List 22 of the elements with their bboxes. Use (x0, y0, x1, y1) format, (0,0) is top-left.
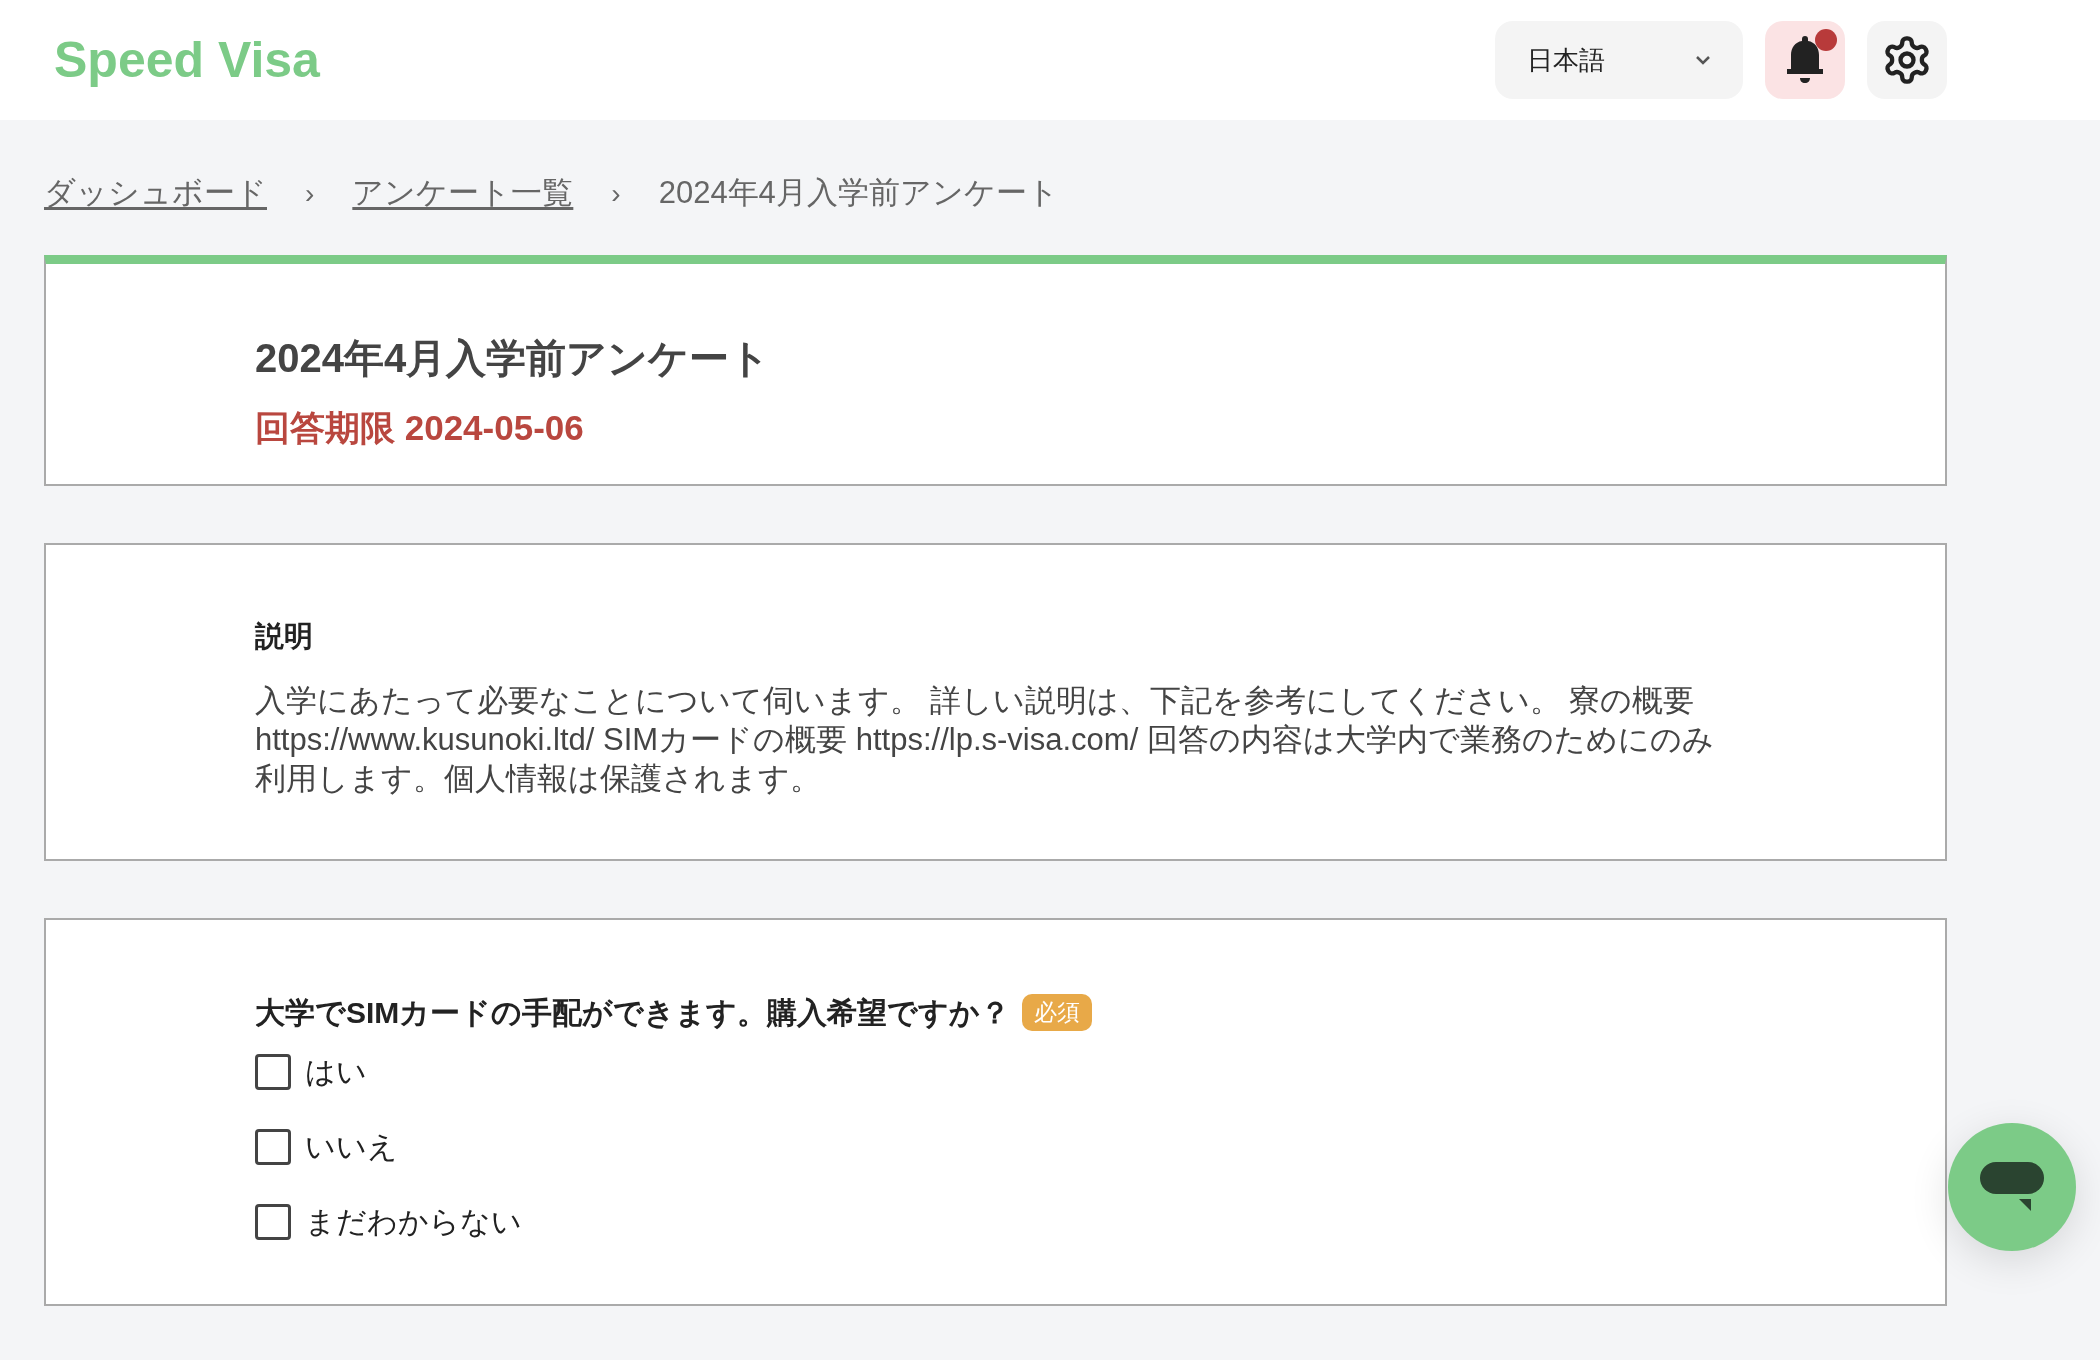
language-select[interactable]: 日本語 (1495, 21, 1743, 99)
breadcrumb-separator: › (611, 176, 621, 211)
option-label: いいえ (305, 1129, 398, 1165)
breadcrumb-link[interactable]: ダッシュボード (44, 170, 267, 217)
option-label: まだわからない (305, 1204, 522, 1240)
chevron-down-icon (1695, 55, 1711, 65)
required-badge: 必須 (1022, 994, 1093, 1031)
deadline: 回答期限 2024-05-06 (255, 407, 585, 449)
breadcrumb-current: 2024年4月入学前アンケート (658, 174, 1059, 213)
breadcrumb-link[interactable]: アンケート一覧 (352, 170, 574, 217)
notification-button[interactable] (1765, 21, 1845, 99)
settings-button[interactable] (1867, 21, 1947, 99)
survey-title: 2024年4月入学前アンケート (255, 335, 772, 382)
speech-bubble-icon (1979, 1161, 2045, 1213)
breadcrumb-separator: › (305, 176, 315, 211)
option-label: はい (305, 1054, 367, 1090)
description-heading: 説明 (255, 619, 314, 654)
question-text: 大学でSIMカードの手配ができます。購入希望ですか？ (255, 995, 1011, 1031)
checkbox[interactable] (255, 1128, 291, 1165)
description-text: 入学にあたって必要なことについて伺います。 詳しい説明は、下記を参考にしてください。 寮の概要 https://www.kusunoki.ltd/ SIMカードの概要 https://lp.s-visa.com/ 回答の内容は大学内で業務のためにのみ利用します。個人情報は保護されます。 (255, 681, 1715, 798)
checkbox[interactable] (255, 1203, 291, 1240)
checkbox[interactable] (255, 1053, 291, 1090)
